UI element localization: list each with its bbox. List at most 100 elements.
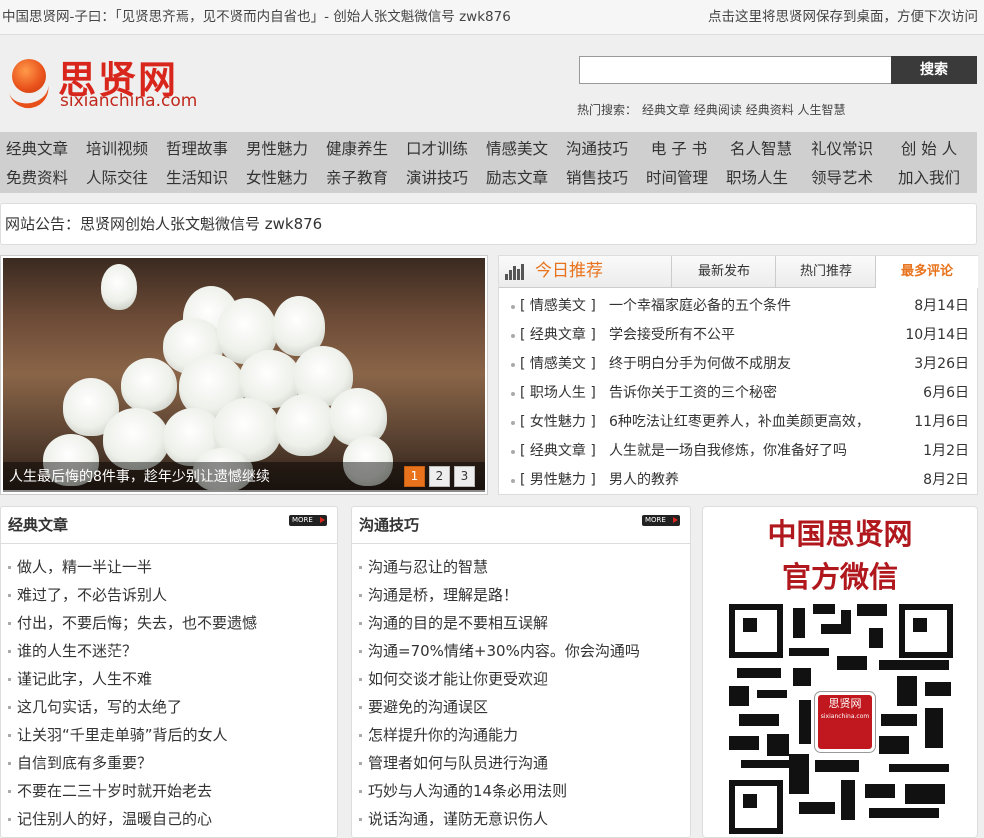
save-to-desktop-link[interactable]: 点击这里将思贤网保存到桌面，方便下次访问 xyxy=(708,0,978,34)
nav-item[interactable]: 创 始 人 xyxy=(889,134,969,164)
slide-page-1[interactable]: 1 xyxy=(404,466,425,487)
hot-link-2[interactable]: 经典资料 xyxy=(746,103,794,117)
box-title: 沟通技巧 xyxy=(359,516,420,534)
list-item[interactable]: 谁的人生不迷茫？ xyxy=(1,637,257,665)
qr-logo-small-text: sixianchina.com xyxy=(820,713,870,720)
list-item[interactable]: 做人，精一半让一半 xyxy=(1,553,257,581)
list-item[interactable]: [ 经典文章 ] 人生就是一场自我修炼，你准备好了吗 1月2日 xyxy=(499,437,977,466)
main-nav: 经典文章 培训视频 哲理故事 男性魅力 健康养生 口才训练 情感美文 沟通技巧 … xyxy=(0,132,977,193)
slide-page-2[interactable]: 2 xyxy=(429,466,450,487)
wechat-title-line1: 中国思贤网 xyxy=(767,517,913,551)
list-item[interactable]: 巧妙与人沟通的14条必用法则 xyxy=(352,777,640,805)
list-item[interactable]: 沟通的目的是不要相互误解 xyxy=(352,609,640,637)
nav-item[interactable]: 经典文章 xyxy=(0,134,77,164)
nav-item[interactable]: 演讲技巧 xyxy=(397,163,477,193)
nav-item[interactable]: 培训视频 xyxy=(77,134,157,164)
nav-item[interactable]: 女性魅力 xyxy=(237,163,317,193)
hot-link-0[interactable]: 经典文章 xyxy=(642,103,690,117)
slide-photo[interactable] xyxy=(3,258,485,490)
nav-row-2: 免费资料 人际交往 生活知识 女性魅力 亲子教育 演讲技巧 励志文章 销售技巧 … xyxy=(0,163,977,193)
slide-caption[interactable]: 人生最后悔的8件事，趁年少别让遗憾继续 xyxy=(9,466,270,486)
slideshow[interactable]: 人生最后悔的8件事，趁年少别让遗憾继续 123 xyxy=(0,255,488,495)
classic-list: 做人，精一半让一半 难过了，不必告诉别人 付出，不要后悔；失去，也不要遗憾 谁的… xyxy=(1,553,257,833)
slide-page-3[interactable]: 3 xyxy=(454,466,475,487)
site-logo[interactable]: 思贤网 sixianchina.com xyxy=(7,53,210,123)
today-list: [ 情感美文 ] 一个幸福家庭必备的五个条件 8月14日 [ 经典文章 ] 学会接受所… xyxy=(499,292,977,495)
today-recommend-panel: 今日推荐 最新发布 热门推荐 最多评论 [ 情感美文 ] 一个幸福家庭必备的五个条… xyxy=(498,255,978,495)
nav-row-1: 经典文章 培训视频 哲理故事 男性魅力 健康养生 口才训练 情感美文 沟通技巧 … xyxy=(0,134,977,164)
list-item[interactable]: 如何交谈才能让你更受欢迎 xyxy=(352,665,640,693)
list-item[interactable]: 记住别人的好，温暖自己的心 xyxy=(1,805,257,833)
list-item[interactable]: 这几句实话，写的太绝了 xyxy=(1,693,257,721)
nav-item[interactable]: 免费资料 xyxy=(0,163,77,193)
bar-chart-icon xyxy=(505,264,525,280)
list-item[interactable]: [ 情感美文 ] 终于明白分手为何做不成朋友 3月26日 xyxy=(499,350,977,379)
list-item[interactable]: 要避免的沟通误区 xyxy=(352,693,640,721)
nav-item[interactable]: 励志文章 xyxy=(477,163,557,193)
wechat-panel: 中国思贤网 官方微信 思贤网 sixianchina.com xyxy=(702,506,978,838)
communication-skills-box: 沟通技巧 MORE 沟通与忍让的智慧 沟通是桥，理解是路！ 沟通的目的是不要相互… xyxy=(351,506,691,838)
list-item[interactable]: 沟通=70%情绪+30%内容。你会沟通吗 xyxy=(352,637,640,665)
today-title: 今日推荐 xyxy=(535,261,603,281)
header: 思贤网 sixianchina.com 搜索 热门搜索： 经典文章 经典阅读 经典… xyxy=(0,35,984,131)
list-item[interactable]: 谨记此字，人生不难 xyxy=(1,665,257,693)
nav-item[interactable]: 电 子 书 xyxy=(639,134,719,164)
nav-item[interactable]: 领导艺术 xyxy=(802,163,882,193)
hot-search-label: 热门搜索： xyxy=(577,103,638,117)
list-item[interactable]: 自信到底有多重要？ xyxy=(1,749,257,777)
site-notice: 网站公告：思贤网创始人张文魁微信号 zwk876 xyxy=(0,203,977,245)
tab-most-comments[interactable]: 最多评论 xyxy=(875,256,978,288)
logo-text-en: sixianchina.com xyxy=(60,91,198,111)
search-input[interactable] xyxy=(579,56,895,84)
notice-text: 网站公告：思贤网创始人张文魁微信号 zwk876 xyxy=(5,215,323,233)
nav-item[interactable]: 职场人生 xyxy=(717,163,797,193)
nav-item[interactable]: 男性魅力 xyxy=(237,134,317,164)
list-item[interactable]: 让关羽“千里走单骑”背后的女人 xyxy=(1,721,257,749)
list-item[interactable]: 难过了，不必告诉别人 xyxy=(1,581,257,609)
top-bar: 中国思贤网-子曰：「见贤思齐焉，见不贤而内自省也」- 创始人张文魁微信号 zwk… xyxy=(0,0,984,35)
nav-item[interactable]: 口才训练 xyxy=(397,134,477,164)
nav-item[interactable]: 名人智慧 xyxy=(721,134,801,164)
nav-item[interactable]: 人际交往 xyxy=(77,163,157,193)
slide-pager: 123 xyxy=(400,465,475,487)
list-item[interactable]: 管理者如何与队员进行沟通 xyxy=(352,749,640,777)
list-item[interactable]: 不要在二三十岁时就开始老去 xyxy=(1,777,257,805)
nav-item[interactable]: 亲子教育 xyxy=(317,163,397,193)
hot-link-3[interactable]: 人生智慧 xyxy=(798,103,846,117)
nav-item[interactable]: 健康养生 xyxy=(317,134,397,164)
nav-item[interactable]: 情感美文 xyxy=(477,134,557,164)
nav-item[interactable]: 生活知识 xyxy=(157,163,237,193)
list-item[interactable]: [ 经典文章 ] 学会接受所有不公平 10月14日 xyxy=(499,321,977,350)
qr-logo-text: 思贤网 xyxy=(828,697,862,710)
list-item[interactable]: [ 职场人生 ] 告诉你关于工资的三个秘密 6月6日 xyxy=(499,379,977,408)
nav-item[interactable]: 时间管理 xyxy=(637,163,717,193)
today-tabs: 今日推荐 最新发布 热门推荐 最多评论 xyxy=(499,256,978,288)
box-header: 沟通技巧 MORE xyxy=(352,507,690,544)
hot-link-1[interactable]: 经典阅读 xyxy=(694,103,742,117)
list-item[interactable]: 说话沟通，谨防无意识伤人 xyxy=(352,805,640,833)
nav-item[interactable]: 销售技巧 xyxy=(557,163,637,193)
list-item[interactable]: 沟通是桥，理解是路！ xyxy=(352,581,640,609)
tab-hot[interactable]: 热门推荐 xyxy=(775,256,876,287)
list-item[interactable]: [ 情感美文 ] 一个幸福家庭必备的五个条件 8月14日 xyxy=(499,292,977,321)
hot-search: 热门搜索： 经典文章 经典阅读 经典资料 人生智慧 xyxy=(577,101,846,118)
nav-item[interactable]: 沟通技巧 xyxy=(557,134,637,164)
tab-latest[interactable]: 最新发布 xyxy=(671,256,776,287)
qr-logo: 思贤网 sixianchina.com xyxy=(815,692,875,752)
nav-item[interactable]: 礼仪常识 xyxy=(802,134,882,164)
box-header: 经典文章 MORE xyxy=(1,507,337,544)
list-item[interactable]: 付出，不要后悔；失去，也不要遗憾 xyxy=(1,609,257,637)
search-button[interactable]: 搜索 xyxy=(891,56,977,84)
list-item[interactable]: [ 男性魅力 ] 男人的教养 8月2日 xyxy=(499,466,977,495)
nav-item[interactable]: 哲理故事 xyxy=(157,134,237,164)
list-item[interactable]: 沟通与忍让的智慧 xyxy=(352,553,640,581)
wechat-title-line2: 官方微信 xyxy=(781,560,898,594)
comm-list: 沟通与忍让的智慧 沟通是桥，理解是路！ 沟通的目的是不要相互误解 沟通=70%情… xyxy=(352,553,640,833)
list-item[interactable]: 怎样提升你的沟通能力 xyxy=(352,721,640,749)
more-button[interactable]: MORE xyxy=(642,515,680,526)
site-motto: 中国思贤网-子曰：「见贤思齐焉，见不贤而内自省也」- 创始人张文魁微信号 zwk… xyxy=(2,9,511,25)
wechat-qr-code: 思贤网 sixianchina.com xyxy=(729,604,953,834)
more-button[interactable]: MORE xyxy=(289,515,327,526)
list-item[interactable]: [ 女性魅力 ] 6种吃法让红枣更养人，补血美颜更高效， 11月6日 xyxy=(499,408,977,437)
nav-item[interactable]: 加入我们 xyxy=(889,163,969,193)
